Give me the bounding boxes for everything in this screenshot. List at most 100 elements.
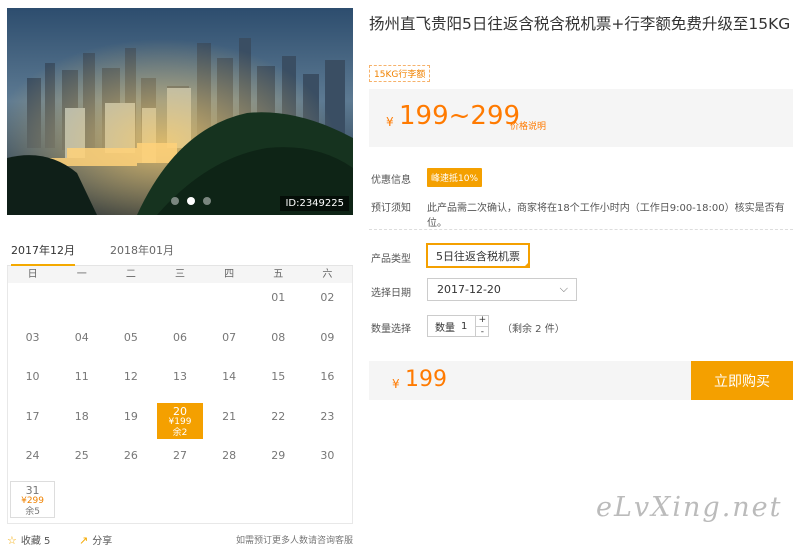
calendar-day-empty xyxy=(57,283,106,323)
day-number: 17 xyxy=(25,409,40,423)
calendar-day: 06 xyxy=(155,323,204,363)
day-number: 10 xyxy=(25,370,40,383)
day-number: 07 xyxy=(222,330,237,344)
calendar-day: 25 xyxy=(57,441,106,481)
calendar-day: 01 xyxy=(254,283,303,323)
weekday-label: 三 xyxy=(174,269,185,280)
weekday-label: 日 xyxy=(27,269,38,280)
price-box: ¥ 199~299 价格说明 xyxy=(369,89,793,147)
calendar-day: 09 xyxy=(303,323,352,363)
day-stock: 余5 xyxy=(25,506,40,517)
product-type-value: 5日往返含税机票 xyxy=(436,250,520,263)
calendar-day: 21 xyxy=(205,402,254,442)
buy-now-button[interactable]: 立即购买 xyxy=(691,361,793,400)
currency-symbol: ¥ xyxy=(392,377,400,391)
day-number: 15 xyxy=(271,370,286,383)
carousel-dot[interactable] xyxy=(203,197,211,205)
day-number: 21 xyxy=(222,409,237,423)
image-id-label: ID:2349225 xyxy=(280,196,349,211)
calendar-day: 30 xyxy=(303,441,352,481)
calendar-day: 29 xyxy=(254,441,303,481)
calendar-day-empty xyxy=(106,283,155,323)
day-number: 31 xyxy=(25,483,40,497)
notice-text: 此产品需二次确认，商家将在18个工作小时内（工作日9:00-18:00）核实是否… xyxy=(427,203,785,229)
day-number: 25 xyxy=(74,449,89,462)
carousel-dot[interactable] xyxy=(171,197,179,205)
quantity-field-label: 数量 xyxy=(435,322,455,334)
city-night-image xyxy=(7,8,353,215)
day-number: 02 xyxy=(320,291,335,304)
carousel-dot-active[interactable] xyxy=(187,197,195,205)
calendar-day-empty xyxy=(155,283,204,323)
total-price: 199 xyxy=(405,367,447,392)
day-number: 23 xyxy=(320,409,335,423)
weekday-label: 四 xyxy=(224,269,235,280)
stepper-buttons: + - xyxy=(475,315,489,338)
calendar-day: 18 xyxy=(57,402,106,442)
product-type-option[interactable]: 5日往返含税机票 xyxy=(426,243,530,268)
tab-month-current[interactable]: 2017年12月 xyxy=(11,242,75,266)
bottom-actions: ☆ 收藏 5 ↗ 分享 如需预订更多人数请咨询客服 xyxy=(7,532,353,545)
day-number: 16 xyxy=(320,370,335,383)
day-stock: 余2 xyxy=(172,427,188,438)
share-button[interactable]: ↗ 分享 xyxy=(79,532,112,545)
calendar-day: 24 xyxy=(8,441,57,481)
day-number: 04 xyxy=(74,330,89,344)
day-number: 26 xyxy=(123,449,138,462)
day-number: 30 xyxy=(320,449,335,462)
day-price: ¥299 xyxy=(21,495,45,506)
calendar-day-selected[interactable]: 20 ¥199 余2 xyxy=(157,402,203,439)
calendar-day: 26 xyxy=(106,441,155,481)
day-number: 11 xyxy=(74,370,89,383)
stock-remaining: （剩余 2 件） xyxy=(502,324,565,335)
day-number: 27 xyxy=(172,449,187,462)
carousel-dots xyxy=(171,197,211,205)
product-photo[interactable]: ID:2349225 xyxy=(7,8,353,215)
product-title: 扬州直飞贵阳5日往返含税含税机票+行李额免费升级至15KG xyxy=(369,15,791,33)
promo-label: 优惠信息 xyxy=(371,175,411,186)
day-number: 28 xyxy=(222,449,237,462)
day-number: 22 xyxy=(271,409,286,423)
calendar-days: 01 02 03 04 05 06 07 08 09 10 11 12 13 1… xyxy=(8,283,352,520)
price-explain-link[interactable]: 价格说明 xyxy=(510,119,546,132)
day-number: 29 xyxy=(271,449,286,462)
star-icon: ☆ xyxy=(7,534,17,545)
weekday-label: 六 xyxy=(322,269,333,280)
calendar-day: 04 xyxy=(57,323,106,363)
day-number: 24 xyxy=(25,449,40,462)
calendar-day: 23 xyxy=(303,402,352,442)
calendar-day: 10 xyxy=(8,362,57,402)
day-number: 13 xyxy=(172,370,187,383)
baggage-tag: 15KG行李额 xyxy=(369,65,431,82)
favorite-label: 收藏 5 xyxy=(20,536,51,545)
calendar-day: 05 xyxy=(106,323,155,363)
day-number: 08 xyxy=(271,330,286,344)
calendar-day: 08 xyxy=(254,323,303,363)
share-label: 分享 xyxy=(92,536,113,545)
currency-symbol: ¥ xyxy=(386,115,394,129)
decrement-button[interactable]: - xyxy=(476,327,488,338)
calendar-day-empty xyxy=(205,283,254,323)
day-number: 14 xyxy=(222,370,237,383)
promo-badge: 峰速抵10% xyxy=(427,168,483,187)
quantity-label: 数量选择 xyxy=(371,324,411,335)
date-select[interactable]: 2017-12-20 ⌵ xyxy=(427,278,577,301)
calendar-day: 17 xyxy=(8,402,57,442)
increment-button[interactable]: + xyxy=(476,315,489,327)
calendar-day: 03 xyxy=(8,323,57,363)
day-number: 09 xyxy=(320,330,335,344)
tab-month-next[interactable]: 2018年01月 xyxy=(110,242,174,264)
weekday-label: 一 xyxy=(76,269,87,280)
notice-label: 预订须知 xyxy=(371,203,411,214)
weekday-label: 二 xyxy=(125,269,136,280)
day-number: 06 xyxy=(172,330,187,344)
quantity-stepper: 数量 1 + - xyxy=(427,315,490,338)
day-number: 01 xyxy=(271,291,286,304)
quantity-input[interactable]: 1 xyxy=(461,321,475,332)
date-label: 选择日期 xyxy=(371,288,411,299)
favorite-button[interactable]: ☆ 收藏 5 xyxy=(7,532,50,545)
calendar-day: 02 xyxy=(303,283,352,323)
watermark-logo: eLvXing.net xyxy=(596,492,783,523)
calendar-day-available[interactable]: 31 ¥299 余5 xyxy=(10,480,56,518)
contact-service-link[interactable]: 如需预订更多人数请咨询客服 xyxy=(236,533,353,545)
